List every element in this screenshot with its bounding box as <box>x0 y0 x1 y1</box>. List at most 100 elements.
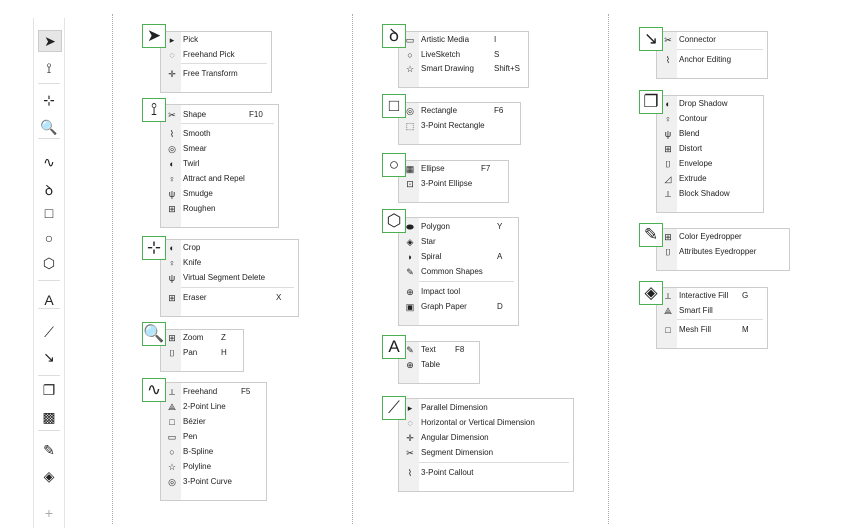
menu-item-angular-dimension[interactable]: ✛ Angular Dimension <box>399 431 573 445</box>
menu-item-3-point-callout[interactable]: ⌇ 3-Point Callout <box>399 466 573 480</box>
crop-tool-icon[interactable]: ⊹ <box>142 236 166 260</box>
drop-shadow-icon[interactable]: ❐ <box>38 380 60 400</box>
menu-item-horizontal-or-vertical-dimension[interactable]: ◌ Horizontal or Vertical Dimension <box>399 416 573 430</box>
rectangle-tool-icon[interactable]: □ <box>382 94 406 118</box>
menu-item-star[interactable]: ◈ Star <box>399 235 518 249</box>
menu-item-envelope[interactable]: ⌷ Envelope <box>657 157 763 171</box>
toolbar-separator <box>38 83 60 84</box>
polygon-tool-icon[interactable]: ⬡ <box>382 209 406 233</box>
menu-item-3-point-ellipse[interactable]: ⊡ 3-Point Ellipse <box>399 177 508 191</box>
shortcut-key: I <box>494 35 497 44</box>
interactive-fill-tool-icon[interactable]: ◈ <box>639 281 663 305</box>
menu-item-polygon[interactable]: ⬬ Polygon Y <box>399 220 518 234</box>
add-icon[interactable]: + <box>38 503 60 523</box>
eyedropper-tool-icon[interactable]: ✎ <box>639 223 663 247</box>
zoom-icon[interactable]: 🔍 <box>38 117 60 137</box>
menu-item-smear[interactable]: ◎ Smear <box>161 142 278 156</box>
menu-item-graph-paper[interactable]: ▣ Graph Paper D <box>399 300 518 314</box>
menu-item-knife[interactable]: ♀ Knife <box>161 256 298 270</box>
text-icon[interactable]: A <box>38 290 60 310</box>
menu-item-smart-drawing[interactable]: ☆ Smart Drawing Shift+S <box>399 62 528 76</box>
rectangle-icon[interactable]: □ <box>38 203 60 223</box>
menu-item-color-eyedropper[interactable]: ⊞ Color Eyedropper <box>657 230 789 244</box>
menu-item-3-point-rectangle[interactable]: ⬚ 3-Point Rectangle <box>399 119 520 133</box>
menu-item-free-transform[interactable]: ✛ Free Transform <box>161 67 271 81</box>
menu-item-crop[interactable]: ◐ Crop <box>161 241 298 255</box>
shape-icon[interactable]: ⟟ <box>38 58 60 78</box>
menu-item-distort[interactable]: ⊞ Distort <box>657 142 763 156</box>
connector-icon[interactable]: ↘ <box>38 347 60 367</box>
menu-item-polyline[interactable]: ☆ Polyline <box>161 460 266 474</box>
menu-item-rectangle[interactable]: ◎ Rectangle F6 <box>399 104 520 118</box>
menu-item-smooth[interactable]: ⌇ Smooth <box>161 127 278 141</box>
menu-item-parallel-dimension[interactable]: ▸ Parallel Dimension <box>399 401 573 415</box>
menu-item-extrude[interactable]: ◿ Extrude <box>657 172 763 186</box>
interactive-fill-icon: ⟂ <box>664 291 671 301</box>
menu-item-pick[interactable]: ▸ Pick <box>161 33 271 47</box>
artistic-media-tool-icon[interactable]: ꝺ <box>382 24 406 48</box>
menu-item-ellipse[interactable]: ▦ Ellipse F7 <box>399 162 508 176</box>
menu-item-table[interactable]: ⊕ Table <box>399 358 479 372</box>
crop-icon[interactable]: ⊹ <box>38 90 60 110</box>
menu-item-drop-shadow[interactable]: ◐ Drop Shadow <box>657 97 763 111</box>
smart-drawing-icon: ☆ <box>405 64 415 74</box>
menu-item-2-point-line[interactable]: ⟁ 2-Point Line <box>161 400 266 414</box>
menu-item-virtual-segment-delete[interactable]: ψ Virtual Segment Delete <box>161 271 298 285</box>
drop-shadow-tool-icon[interactable]: ❐ <box>639 90 663 114</box>
menu-item-smart-fill[interactable]: ⟁ Smart Fill <box>657 304 767 318</box>
pick-tool-icon[interactable]: ➤ <box>142 24 166 48</box>
interactive-fill-icon[interactable]: ◈ <box>38 466 60 486</box>
menu-item-block-shadow[interactable]: ⟂ Block Shadow <box>657 187 763 201</box>
menu-item-3-point-curve[interactable]: ◎ 3-Point Curve <box>161 475 266 489</box>
menu-item-blend[interactable]: ψ Blend <box>657 127 763 141</box>
transparency-icon[interactable]: ▩ <box>38 407 60 427</box>
common-shapes-icon: ✎ <box>406 267 414 277</box>
menu-item-smudge[interactable]: ψ Smudge <box>161 187 278 201</box>
shape-tool-icon[interactable]: ⟟ <box>142 98 166 122</box>
zoom-tool-icon[interactable]: 🔍 <box>142 322 166 346</box>
freehand-tool-icon[interactable]: ∿ <box>142 378 166 402</box>
menu-item-freehand[interactable]: ⟂ Freehand F5 <box>161 385 266 399</box>
menu-item-impact-tool[interactable]: ⊕ Impact tool <box>399 285 518 299</box>
menu-item-segment-dimension[interactable]: ✂ Segment Dimension <box>399 446 573 460</box>
menu-item-pan[interactable]: ⌷ Pan H <box>161 346 243 360</box>
freehand-icon: ⟂ <box>168 387 175 397</box>
menu-item-attributes-eyedropper[interactable]: ⌷ Attributes Eyedropper <box>657 245 789 259</box>
menu-item-shape[interactable]: ✂ Shape F10 <box>161 108 278 122</box>
menu-item-connector[interactable]: ✂ Connector <box>657 33 767 47</box>
menu-item-zoom[interactable]: ⊞ Zoom Z <box>161 331 243 345</box>
freehand-icon[interactable]: ∿ <box>38 152 60 172</box>
menu-item-interactive-fill[interactable]: ⟂ Interactive Fill G <box>657 289 767 303</box>
menu-item-b-zier[interactable]: □ Bézier <box>161 415 266 429</box>
menu-item-artistic-media[interactable]: ▭ Artistic Media I <box>399 33 528 47</box>
artistic-media-icon[interactable]: ꝺ <box>38 180 60 200</box>
menu-item-eraser[interactable]: ⊞ Eraser X <box>161 291 298 305</box>
menu-item-contour[interactable]: ♀ Contour <box>657 112 763 126</box>
menu-item-mesh-fill[interactable]: □ Mesh Fill M <box>657 323 767 337</box>
3-point-rectangle-icon: ⬚ <box>405 121 415 131</box>
menu-item-label: Pick <box>183 35 199 44</box>
pick-icon[interactable]: ➤ <box>38 30 62 52</box>
menu-item-spiral[interactable]: ◗ Spiral A <box>399 250 518 264</box>
menu-item-livesketch[interactable]: ○ LiveSketch S <box>399 48 528 62</box>
menu-item-twirl[interactable]: ◐ Twirl <box>161 157 278 171</box>
text-tool-icon[interactable]: A <box>382 335 406 359</box>
dimension-tool-icon[interactable]: ⟋ <box>382 396 406 420</box>
menu-item-pen[interactable]: ▭ Pen <box>161 430 266 444</box>
menu-item-freehand-pick[interactable]: ◌ Freehand Pick <box>161 48 271 62</box>
shortcut-key: A <box>497 252 503 261</box>
menu-item-roughen[interactable]: ⊞ Roughen <box>161 202 278 216</box>
menu-item-b-spline[interactable]: ○ B-Spline <box>161 445 266 459</box>
dimension-icon[interactable]: ⟋ <box>38 322 60 342</box>
attract-and-repel-icon: ♀ <box>168 174 176 184</box>
polygon-icon[interactable]: ⬡ <box>38 253 60 273</box>
connector-tool-icon[interactable]: ↘ <box>639 27 663 51</box>
ellipse-tool-icon[interactable]: ○ <box>382 153 406 177</box>
menu-item-text[interactable]: ✎ Text F8 <box>399 343 479 357</box>
eyedropper-icon[interactable]: ✎ <box>38 440 60 460</box>
knife-icon: ♀ <box>168 258 176 268</box>
menu-item-common-shapes[interactable]: ✎ Common Shapes <box>399 265 518 279</box>
menu-item-attract-and-repel[interactable]: ♀ Attract and Repel <box>161 172 278 186</box>
menu-item-anchor-editing[interactable]: ⌇ Anchor Editing <box>657 53 767 67</box>
ellipse-icon[interactable]: ○ <box>38 228 60 248</box>
